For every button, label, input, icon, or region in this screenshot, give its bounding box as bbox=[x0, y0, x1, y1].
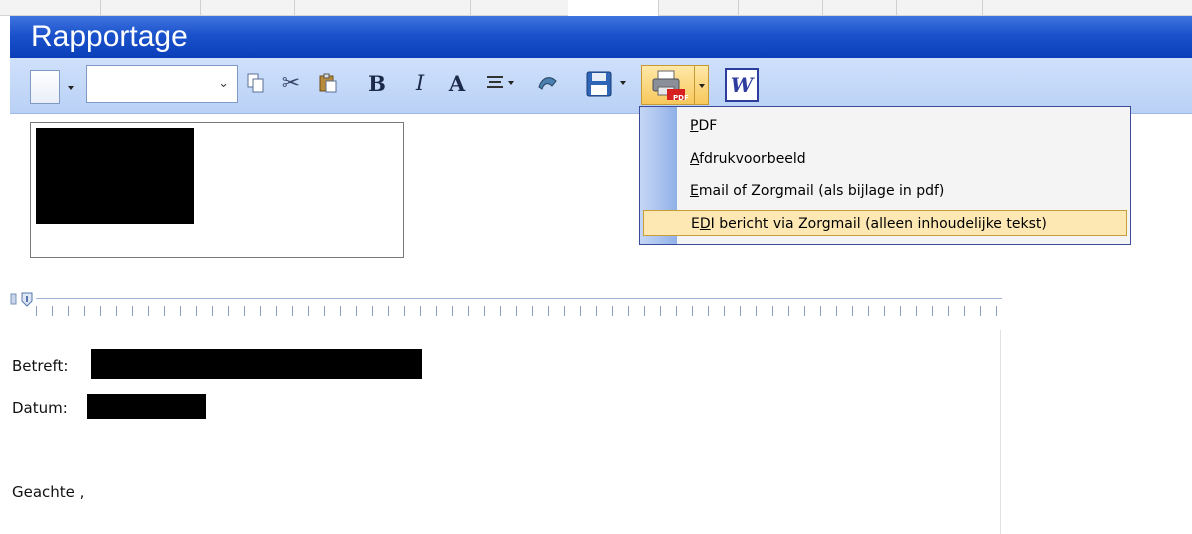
print-button[interactable]: PDF bbox=[641, 65, 695, 105]
ruler-ticks bbox=[36, 306, 1002, 316]
align-icon[interactable] bbox=[484, 70, 506, 96]
logo-frame bbox=[30, 122, 404, 258]
align-dropdown[interactable] bbox=[506, 78, 516, 88]
tab-separator bbox=[738, 0, 739, 15]
menu-item-edi-zorgmail[interactable]: EDI bericht via Zorgmail (alleen inhoude… bbox=[643, 210, 1127, 236]
tab-separator bbox=[294, 0, 295, 15]
tab-separator bbox=[822, 0, 823, 15]
scissors-icon[interactable]: ✂ bbox=[278, 70, 304, 96]
redacted-logo bbox=[36, 128, 194, 224]
menu-item-email-zorgmail[interactable]: Email of Zorgmail (als bijlage in pdf) bbox=[690, 178, 944, 204]
greeting-text[interactable]: Geachte , bbox=[12, 482, 84, 502]
pdf-badge: PDF bbox=[673, 94, 689, 102]
new-document-icon[interactable] bbox=[30, 70, 60, 104]
font-color-button[interactable]: A bbox=[445, 69, 469, 97]
italic-button[interactable]: I bbox=[409, 69, 431, 97]
chevron-down-icon bbox=[699, 84, 705, 88]
tab-separator bbox=[200, 0, 201, 15]
menu-item-label: EDI bericht via Zorgmail (alleen inhoude… bbox=[691, 216, 1047, 232]
tab-separator bbox=[658, 0, 659, 15]
floppy-disk-icon[interactable] bbox=[583, 68, 615, 100]
copy-icon[interactable] bbox=[244, 70, 268, 96]
link-icon[interactable] bbox=[534, 70, 562, 96]
print-menu: PDF Afdrukvoorbeeld Email of Zorgmail (a… bbox=[639, 106, 1131, 245]
tab-separator bbox=[100, 0, 101, 15]
font-name-select[interactable]: ⌄ bbox=[86, 65, 238, 103]
menu-item-label: Email of Zorgmail (als bijlage in pdf) bbox=[690, 183, 945, 199]
chevron-down-icon bbox=[508, 81, 514, 85]
tab-active[interactable] bbox=[568, 0, 658, 16]
bold-button[interactable]: B bbox=[366, 69, 388, 97]
print-dropdown[interactable] bbox=[695, 65, 709, 105]
save-dropdown[interactable] bbox=[618, 78, 628, 88]
menu-item-label: Afdrukvoorbeeld bbox=[690, 151, 806, 167]
new-document-dropdown[interactable] bbox=[65, 82, 77, 94]
redacted-subject bbox=[91, 349, 422, 379]
chevron-down-icon bbox=[68, 86, 74, 90]
redacted-date bbox=[87, 394, 206, 419]
ruler-line bbox=[36, 298, 1002, 299]
betreft-label: Betreft: bbox=[12, 357, 69, 375]
tab-separator bbox=[470, 0, 471, 15]
menu-item-print-preview[interactable]: Afdrukvoorbeeld bbox=[690, 146, 806, 172]
chevron-down-icon: ⌄ bbox=[218, 76, 229, 91]
menu-item-pdf[interactable]: PDF bbox=[690, 113, 717, 139]
menu-item-label: PDF bbox=[690, 118, 718, 134]
chevron-down-icon bbox=[620, 81, 626, 85]
page-edge bbox=[1000, 330, 1001, 534]
tab-separator bbox=[982, 0, 983, 15]
word-icon[interactable]: W bbox=[725, 68, 759, 102]
paste-icon[interactable] bbox=[315, 70, 341, 96]
window-title: Rapportage bbox=[31, 20, 188, 53]
title-bar: Rapportage bbox=[10, 16, 1192, 58]
datum-label: Datum: bbox=[12, 399, 68, 417]
tab-separator bbox=[896, 0, 897, 15]
tab-strip bbox=[0, 0, 1192, 16]
